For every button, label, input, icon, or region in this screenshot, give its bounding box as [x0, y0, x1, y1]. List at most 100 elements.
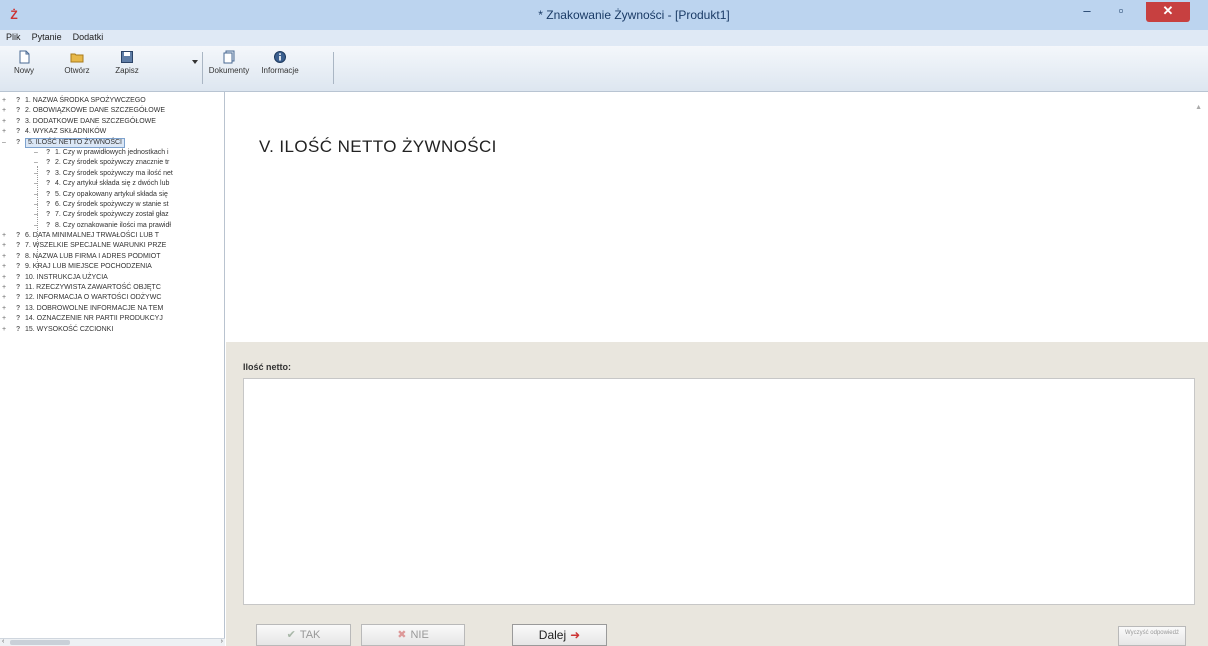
- arrow-right-icon: ➜: [570, 628, 581, 642]
- menu-extras[interactable]: Dodatki: [69, 30, 108, 42]
- tree-item-label: 8. NAZWA LUB FIRMA I ADRES PODMIOT: [25, 252, 161, 260]
- tree-item-label: 2. Czy środek spożywczy znacznie tr: [55, 159, 170, 167]
- save-dropdown-icon[interactable]: [192, 60, 198, 64]
- next-button[interactable]: Dalej ➜: [512, 624, 607, 646]
- documents-button[interactable]: Dokumenty: [206, 50, 252, 88]
- save-button-label: Zapisz: [115, 66, 139, 75]
- no-button-label: NIE: [410, 629, 429, 641]
- expand-toggle-icon[interactable]: +: [2, 293, 9, 303]
- tree-item[interactable]: +? 11. RZECZYWISTA ZAWARTOŚĆ OBJĘTC: [0, 283, 224, 293]
- question-mark-icon: ?: [46, 159, 51, 167]
- tree-item[interactable]: +? 2. OBOWIĄZKOWE DANE SZCZEGÓŁOWE: [0, 106, 224, 116]
- menu-question[interactable]: Pytanie: [28, 30, 66, 42]
- question-mark-icon: ?: [16, 252, 21, 260]
- expand-toggle-icon[interactable]: +: [2, 117, 9, 127]
- expand-toggle-icon[interactable]: +: [2, 252, 9, 262]
- expand-toggle-icon[interactable]: +: [2, 127, 9, 137]
- tree-item-label: 3. Czy środek spożywczy ma ilość net: [55, 169, 173, 177]
- tree-item-label: 14. OZNACZENIE NR PARTII PRODUKCYJ: [25, 315, 163, 323]
- tree-item[interactable]: +? 9. KRAJ LUB MIEJSCE POCHODZENIA: [0, 262, 224, 272]
- cross-icon: ✖: [397, 629, 407, 641]
- yes-button[interactable]: ✔ TAK: [256, 624, 351, 646]
- tree-item[interactable]: +? 14. OZNACZENIE NR PARTII PRODUKCYJ: [0, 314, 224, 324]
- tree-list: +? 1. NAZWA ŚRODKA SPOŻYWCZEGO +? 2. OBOWIĄ…: [0, 96, 224, 335]
- expand-toggle-icon[interactable]: +: [2, 241, 9, 251]
- tree-item[interactable]: +? 3. DODATKOWE DANE SZCZEGÓŁOWE: [0, 117, 224, 127]
- toolbar-separator: [333, 52, 334, 84]
- question-mark-icon: ?: [46, 180, 51, 188]
- tree-item-label: 9. KRAJ LUB MIEJSCE POCHODZENIA: [25, 263, 152, 271]
- question-mark-icon: ?: [46, 169, 51, 177]
- tree-subitem[interactable]: –? 5. Czy opakowany artykuł składa się: [0, 190, 224, 200]
- expand-toggle-icon[interactable]: +: [2, 273, 9, 283]
- info-button[interactable]: Informacje: [258, 50, 302, 88]
- expand-toggle-icon[interactable]: +: [2, 96, 9, 106]
- tree-item[interactable]: +? 1. NAZWA ŚRODKA SPOŻYWCZEGO: [0, 96, 224, 106]
- section-title: V. ILOŚĆ NETTO ŻYWNOŚCI: [259, 137, 497, 156]
- tree-item-label: 7. WSZELKIE SPECJALNE WARUNKI PRZE: [25, 242, 167, 250]
- expand-toggle-icon[interactable]: +: [2, 304, 9, 314]
- net-quantity-textarea[interactable]: [243, 378, 1195, 605]
- tree-item-label: 1. NAZWA ŚRODKA SPOŻYWCZEGO: [25, 97, 146, 104]
- tree-horizontal-scrollbar[interactable]: ‹ ›: [0, 638, 225, 646]
- expand-toggle-icon[interactable]: +: [2, 262, 9, 272]
- tree-subitem[interactable]: –? 8. Czy oznakowanie ilości ma prawidł: [0, 221, 224, 231]
- tree-item-label: 8. Czy oznakowanie ilości ma prawidł: [55, 221, 171, 229]
- new-button-label: Nowy: [13, 66, 34, 75]
- open-button-label: Otwórz: [64, 66, 90, 75]
- new-button[interactable]: Nowy: [10, 50, 38, 88]
- tree-subitem[interactable]: –? 1. Czy w prawidłowych jednostkach i: [0, 148, 224, 158]
- tree-item[interactable]: +? 8. NAZWA LUB FIRMA I ADRES PODMIOT: [0, 252, 224, 262]
- tree-item[interactable]: +? 4. WYKAZ SKŁADNIKÓW: [0, 127, 224, 137]
- expand-toggle-icon[interactable]: +: [2, 283, 9, 293]
- expand-toggle-icon[interactable]: +: [2, 231, 9, 241]
- scrollbar-thumb[interactable]: [10, 640, 70, 645]
- save-button[interactable]: Zapisz: [110, 50, 144, 88]
- tree-item-label: 15. WYSOKOŚĆ CZCIONKI: [25, 325, 114, 333]
- open-button[interactable]: Otwórz: [62, 50, 92, 88]
- close-button[interactable]: ✕: [1146, 2, 1190, 22]
- tree-item-label: 2. OBOWIĄZKOWE DANE SZCZEGÓŁOWE: [25, 107, 166, 115]
- tree-subitem[interactable]: –? 7. Czy środek spożywczy został głaz: [0, 210, 224, 220]
- tree-item-label: 7. Czy środek spożywczy został głaz: [55, 211, 169, 219]
- new-document-icon: [19, 50, 30, 64]
- question-mark-icon: ?: [46, 211, 51, 219]
- documents-icon: [223, 50, 235, 64]
- maximize-button[interactable]: ▫: [1108, 2, 1134, 22]
- tree-item[interactable]: +? 12. INFORMACJA O WARTOŚCI ODŻYWC: [0, 293, 224, 303]
- tree-item-label: 13. DOBROWOLNE INFORMACJE NA TEM: [25, 304, 164, 312]
- tree-guide-line: [37, 166, 38, 270]
- minimize-button[interactable]: –: [1074, 2, 1100, 22]
- question-tree[interactable]: +? 1. NAZWA ŚRODKA SPOŻYWCZEGO +? 2. OBOWIĄ…: [0, 92, 225, 638]
- no-button[interactable]: ✖ NIE: [361, 624, 465, 646]
- question-mark-icon: ?: [46, 200, 51, 208]
- tree-item[interactable]: +? 15. WYSOKOŚĆ CZCIONKI: [0, 325, 224, 335]
- folder-icon: [70, 53, 84, 63]
- question-mark-icon: ?: [16, 117, 21, 125]
- net-quantity-label: Ilość netto:: [243, 362, 292, 372]
- tree-subitem[interactable]: –? 3. Czy środek spożywczy ma ilość net: [0, 169, 224, 179]
- tree-item[interactable]: +? 7. WSZELKIE SPECJALNE WARUNKI PRZE: [0, 241, 224, 251]
- tree-item-label: 1. Czy w prawidłowych jednostkach i: [55, 148, 169, 156]
- tree-item-label: 10. INSTRUKCJA UŻYCIA: [25, 273, 108, 281]
- toolbar: Nowy Otwórz Zapisz Dokumenty Informacje: [0, 46, 1208, 92]
- question-mark-icon: ?: [16, 294, 21, 302]
- tree-subitem[interactable]: –? 6. Czy środek spożywczy w stanie st: [0, 200, 224, 210]
- tree-subitem[interactable]: –? 4. Czy artykuł składa się z dwóch lub: [0, 179, 224, 189]
- expand-toggle-icon[interactable]: –: [2, 138, 9, 148]
- tree-item[interactable]: +? 13. DOBROWOLNE INFORMACJE NA TEM: [0, 304, 224, 314]
- expand-toggle-icon[interactable]: +: [2, 314, 9, 324]
- menu-file[interactable]: Plik: [2, 30, 25, 42]
- expand-toggle-icon[interactable]: +: [2, 106, 9, 116]
- expand-toggle-icon[interactable]: +: [2, 325, 9, 335]
- scroll-left-icon[interactable]: ‹: [2, 638, 4, 645]
- clear-answer-button[interactable]: Wyczyść odpowiedź: [1118, 626, 1186, 646]
- scroll-up-icon[interactable]: ▲: [1195, 104, 1202, 111]
- tree-item[interactable]: +? 10. INSTRUKCJA UŻYCIA: [0, 273, 224, 283]
- title-bar: Ż * Znakowanie Żywności - [Produkt1] – ▫…: [0, 0, 1208, 30]
- tree-item-label: 4. Czy artykuł składa się z dwóch lub: [55, 180, 170, 188]
- tree-subitem[interactable]: –? 2. Czy środek spożywczy znacznie tr: [0, 158, 224, 168]
- scroll-right-icon[interactable]: ›: [221, 638, 223, 645]
- tree-item[interactable]: +? 6. DATA MINIMALNEJ TRWAŁOŚCI LUB T: [0, 231, 224, 241]
- tree-item[interactable]: –? 5. ILOŚĆ NETTO ŻYWNOŚCI: [0, 137, 224, 148]
